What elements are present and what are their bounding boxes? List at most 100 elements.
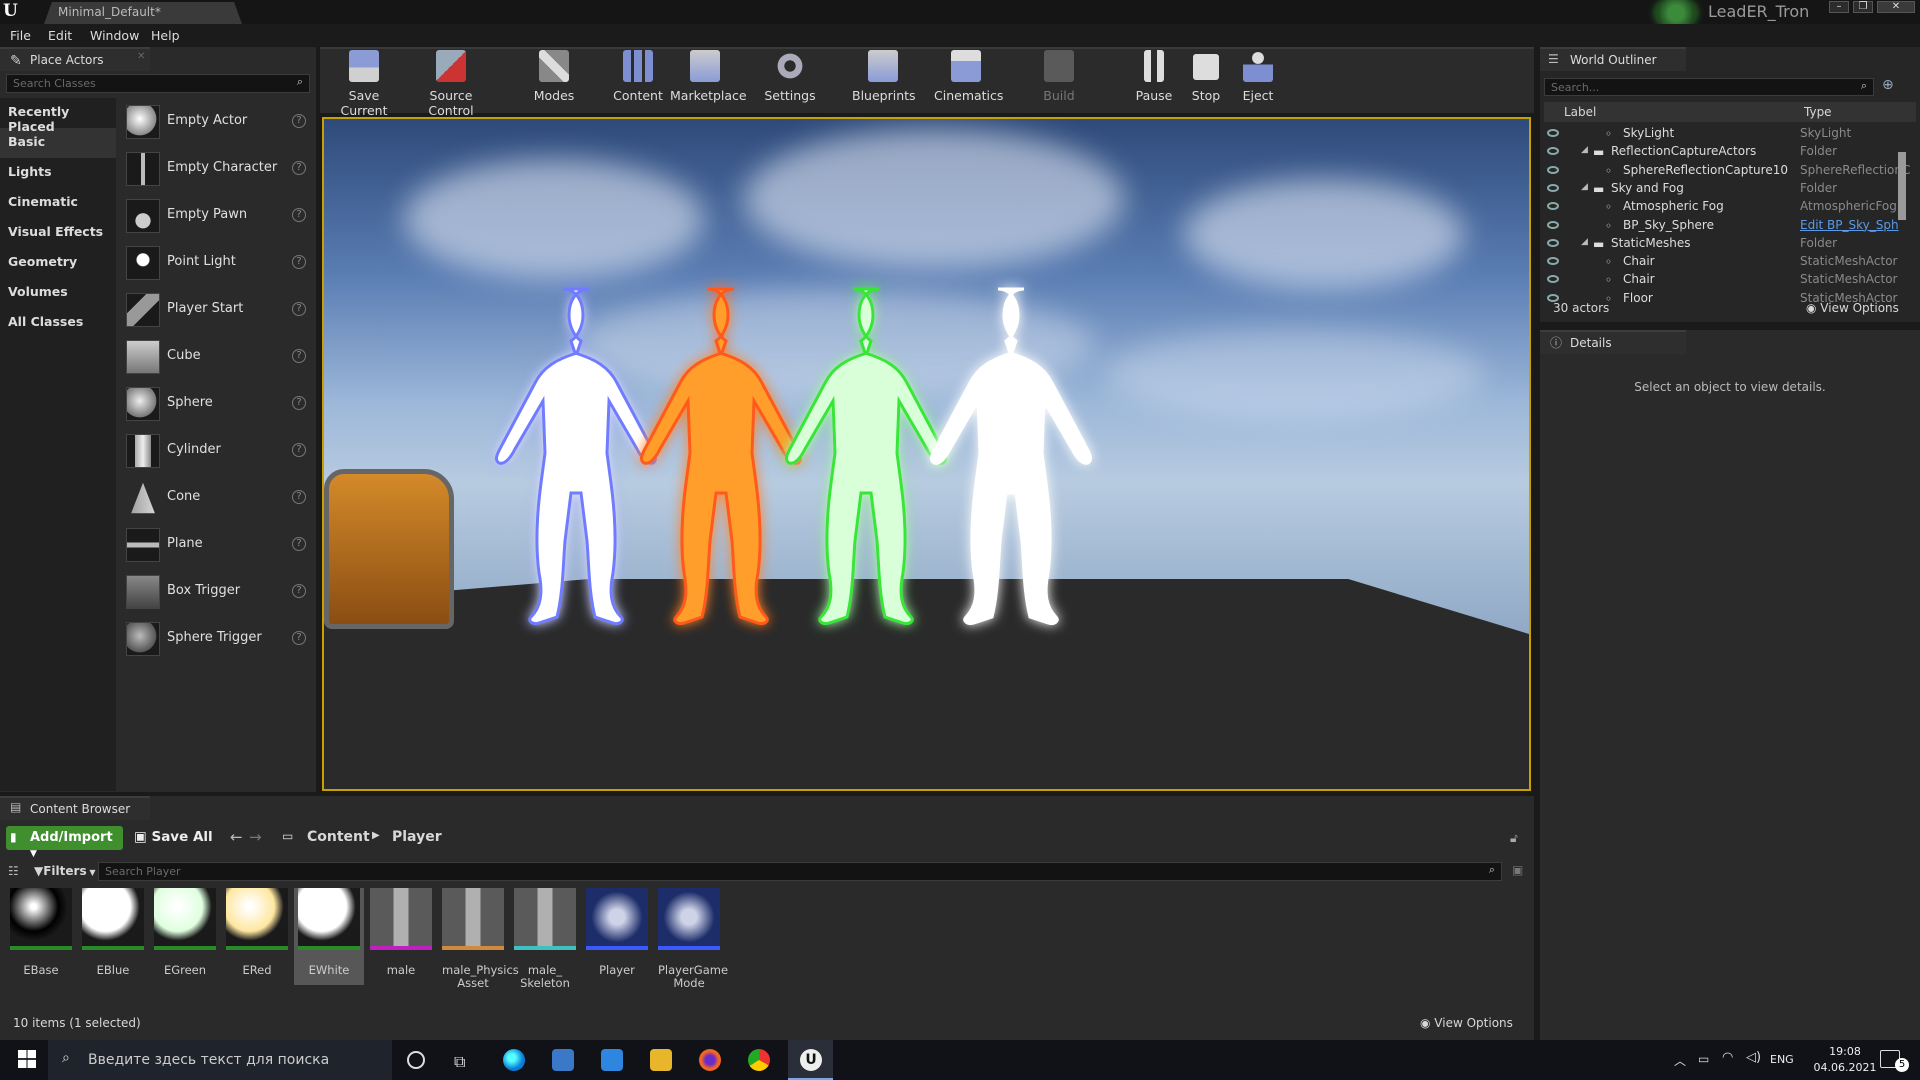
type-column-header[interactable]: Type xyxy=(1804,105,1832,119)
expand-arrow-icon[interactable]: ◢ xyxy=(1581,237,1588,247)
content-browser-tab[interactable]: Content Browser xyxy=(0,796,150,820)
actor-sphere[interactable]: Sphere? xyxy=(122,384,312,430)
category-lights[interactable]: Lights xyxy=(0,158,116,188)
search-classes-input[interactable]: Search Classes ⌕ xyxy=(6,74,310,93)
actor-cone[interactable]: Cone? xyxy=(122,478,312,524)
marketplace-button[interactable]: Marketplace xyxy=(670,50,747,103)
sources-toggle-icon[interactable]: ☷ xyxy=(8,864,19,878)
world-outliner-tab[interactable]: World Outliner xyxy=(1540,47,1686,71)
actor-cylinder[interactable]: Cylinder? xyxy=(122,431,312,477)
pause-button[interactable]: Pause xyxy=(1134,50,1174,103)
maximize-button[interactable]: ❐ xyxy=(1853,1,1873,13)
help-icon[interactable]: ? xyxy=(292,161,306,175)
glowing-character-figure[interactable] xyxy=(930,287,1092,625)
category-recently-placed[interactable]: Recently Placed xyxy=(0,98,116,134)
cinematics-button[interactable]: Cinematics xyxy=(934,50,1003,103)
outliner-row[interactable]: ◦ Chair StaticMeshActor xyxy=(1547,272,1917,290)
battery-icon[interactable]: ▭ xyxy=(1698,1052,1709,1066)
content-view-options[interactable]: ◉ View Options xyxy=(1420,1016,1513,1030)
visibility-eye-icon[interactable] xyxy=(1547,202,1559,211)
close-button[interactable]: ✕ xyxy=(1877,1,1915,13)
pin-icon[interactable]: ⊕ xyxy=(1882,77,1894,93)
save-all-button[interactable]: ▣ Save All xyxy=(134,829,213,845)
mail-icon[interactable] xyxy=(601,1049,623,1071)
outliner-row[interactable]: ◦ SphereReflectionCapture10 SphereReflecti… xyxy=(1547,163,1917,181)
taskbar-search-box[interactable]: ⌕ Введите здесь текст для поиска xyxy=(48,1040,392,1080)
glowing-character-figure[interactable] xyxy=(785,287,947,625)
tray-chevron-icon[interactable]: ︿ xyxy=(1674,1052,1686,1069)
asset-tile[interactable]: PlayerGame Mode xyxy=(658,888,728,990)
actor-sphere-trigger[interactable]: Sphere Trigger? xyxy=(122,619,312,665)
help-icon[interactable]: ? xyxy=(292,537,306,551)
firefox-icon[interactable] xyxy=(699,1049,721,1071)
menu-help[interactable]: Help xyxy=(151,28,180,43)
glowing-character-figure[interactable] xyxy=(640,287,802,625)
outliner-row[interactable]: ◦ Atmospheric Fog AtmosphericFog xyxy=(1547,199,1917,217)
outliner-row[interactable]: ◢ ▬ StaticMeshes Folder xyxy=(1547,236,1917,254)
actor-empty-actor[interactable]: Empty Actor? xyxy=(122,102,312,148)
visibility-eye-icon[interactable] xyxy=(1547,165,1559,174)
outliner-row[interactable]: ◢ ▬ ReflectionCaptureActors Folder xyxy=(1547,144,1917,162)
chrome-icon[interactable] xyxy=(748,1049,770,1071)
save-current-button[interactable]: Save Current xyxy=(326,50,402,118)
store-icon[interactable] xyxy=(552,1049,574,1071)
visibility-eye-icon[interactable] xyxy=(1547,238,1559,247)
asset-tile[interactable]: male_ Skeleton xyxy=(514,888,576,990)
system-clock[interactable]: 19:08 04.06.2021 xyxy=(1810,1044,1880,1076)
actor-plane[interactable]: Plane? xyxy=(122,525,312,571)
outliner-row[interactable]: ◦ SkyLight SkyLight xyxy=(1547,126,1917,144)
back-arrow-icon[interactable]: ← xyxy=(230,828,243,846)
visibility-eye-icon[interactable] xyxy=(1547,257,1559,266)
asset-tile[interactable]: EGreen xyxy=(154,888,216,977)
eject-button[interactable]: Eject xyxy=(1240,50,1276,103)
visibility-eye-icon[interactable] xyxy=(1547,147,1559,156)
outliner-row[interactable]: ◦ Chair StaticMeshActor xyxy=(1547,254,1917,272)
help-icon[interactable]: ? xyxy=(292,302,306,316)
asset-tile[interactable]: Player xyxy=(586,888,648,977)
file-explorer-icon[interactable] xyxy=(650,1049,672,1071)
asset-tile[interactable]: male xyxy=(370,888,432,977)
menu-file[interactable]: File xyxy=(10,28,31,43)
outliner-row[interactable]: ◦ BP_Sky_Sphere Edit BP_Sky_Sph xyxy=(1547,218,1917,236)
label-column-header[interactable]: Label xyxy=(1564,105,1596,119)
content-search-input[interactable]: Search Player ⌕ xyxy=(98,862,1502,881)
help-icon[interactable]: ? xyxy=(292,114,306,128)
save-search-icon[interactable]: ▣ xyxy=(1512,863,1523,877)
unreal-taskbar-button[interactable]: U xyxy=(788,1040,833,1080)
actor-cube[interactable]: Cube? xyxy=(122,337,312,383)
asset-tile[interactable]: EBlue xyxy=(82,888,144,977)
expand-arrow-icon[interactable]: ◢ xyxy=(1581,145,1588,155)
actor-player-start[interactable]: Player Start? xyxy=(122,290,312,336)
content-button[interactable]: Content xyxy=(610,50,666,103)
asset-tile[interactable]: EWhite xyxy=(294,888,364,985)
expand-arrow-icon[interactable]: ◢ xyxy=(1581,182,1588,192)
visibility-eye-icon[interactable] xyxy=(1547,183,1559,192)
source-control-button[interactable]: Source Control xyxy=(406,50,496,118)
edge-icon[interactable] xyxy=(503,1049,525,1071)
lock-icon[interactable]: 🔓︎ xyxy=(1510,831,1518,846)
actor-empty-character[interactable]: Empty Character? xyxy=(122,149,312,195)
actor-empty-pawn[interactable]: Empty Pawn? xyxy=(122,196,312,242)
forward-arrow-icon[interactable]: → xyxy=(249,828,262,846)
add-import-button[interactable]: Add/Import ▼ xyxy=(6,826,123,859)
help-icon[interactable]: ? xyxy=(292,584,306,598)
glowing-character-figure[interactable] xyxy=(495,287,657,625)
actor-point-light[interactable]: Point Light? xyxy=(122,243,312,289)
help-icon[interactable]: ? xyxy=(292,349,306,363)
breadcrumb-content[interactable]: Content xyxy=(307,829,370,845)
place-actors-tab[interactable]: Place Actors ✕ xyxy=(0,47,150,71)
outliner-search-input[interactable]: Search... ⌕ xyxy=(1544,78,1874,96)
menu-window[interactable]: Window xyxy=(90,28,139,43)
visibility-eye-icon[interactable] xyxy=(1547,220,1559,229)
outliner-scrollbar[interactable] xyxy=(1898,152,1906,220)
cortana-icon[interactable] xyxy=(407,1051,425,1069)
visibility-eye-icon[interactable] xyxy=(1547,129,1559,137)
visibility-eye-icon[interactable] xyxy=(1547,275,1559,284)
blueprints-button[interactable]: Blueprints xyxy=(852,50,916,103)
level-tab[interactable]: Minimal_Default* xyxy=(44,2,242,24)
outliner-view-options[interactable]: ◉ View Options xyxy=(1806,301,1899,315)
language-indicator[interactable]: ENG xyxy=(1770,1053,1794,1066)
asset-tile[interactable]: ERed xyxy=(226,888,288,977)
volume-icon[interactable]: ◁) xyxy=(1746,1050,1761,1065)
stop-button[interactable]: Stop xyxy=(1190,50,1222,103)
